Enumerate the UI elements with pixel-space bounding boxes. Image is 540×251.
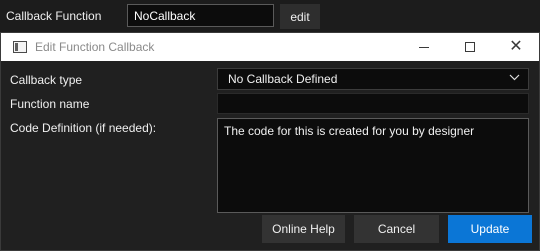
callback-property-row: Callback Function NoCallback edit [0, 0, 540, 34]
function-name-label: Function name [10, 97, 90, 111]
close-icon: ✕ [509, 38, 523, 55]
edit-button[interactable]: edit [280, 4, 320, 29]
callback-type-label: Callback type [10, 73, 83, 87]
app-window-icon [13, 41, 27, 53]
callback-type-value: No Callback Defined [228, 72, 338, 86]
close-button[interactable]: ✕ [493, 33, 539, 61]
dialog-title: Edit Function Callback [35, 40, 155, 54]
code-definition-label: Code Definition (if needed): [10, 121, 157, 135]
function-name-input[interactable] [217, 93, 529, 114]
callback-function-field[interactable]: NoCallback [127, 4, 274, 27]
code-definition-textarea[interactable]: The code for this is created for you by … [217, 118, 529, 213]
update-button[interactable]: Update [448, 215, 532, 243]
callback-type-select[interactable]: No Callback Defined [217, 68, 529, 90]
online-help-button[interactable]: Online Help [262, 215, 345, 243]
edit-function-callback-dialog: Edit Function Callback ✕ Callback type N… [0, 32, 540, 251]
callback-function-label: Callback Function [6, 9, 102, 23]
cancel-button[interactable]: Cancel [354, 215, 439, 243]
chevron-down-icon [509, 74, 520, 81]
maximize-icon [465, 42, 475, 52]
maximize-button[interactable] [447, 33, 493, 61]
minimize-button[interactable] [401, 33, 447, 61]
minimize-icon [419, 46, 429, 48]
dialog-titlebar[interactable]: Edit Function Callback ✕ [1, 33, 539, 61]
